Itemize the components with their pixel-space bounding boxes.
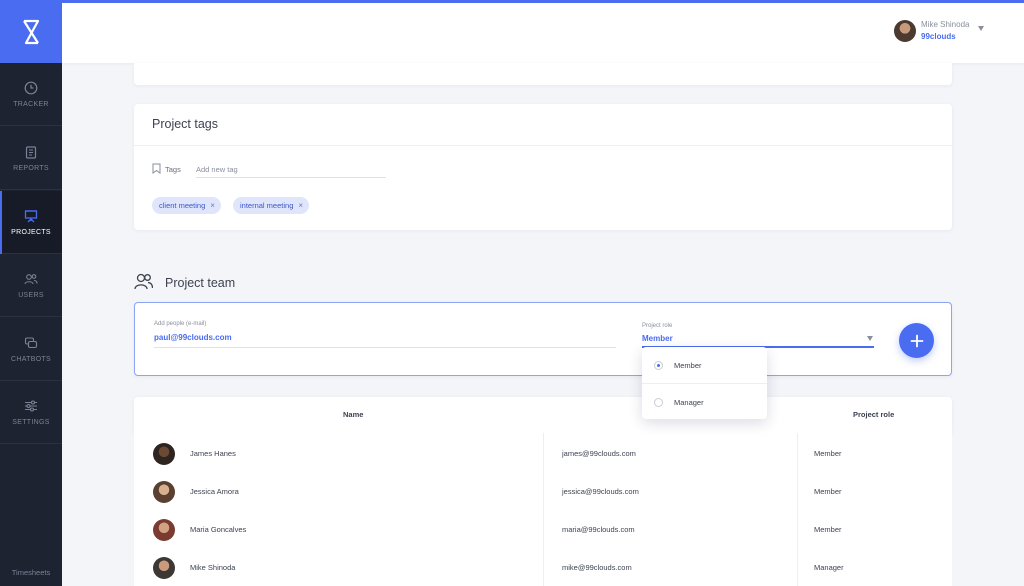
- avatar: [153, 443, 175, 465]
- avatar: [153, 481, 175, 503]
- clipboard-icon: [25, 145, 37, 159]
- member-email: maria@99clouds.com: [562, 525, 635, 534]
- user-avatar[interactable]: [894, 20, 916, 42]
- sidebar-item-users[interactable]: USERS: [0, 254, 62, 317]
- project-team-title: Project team: [165, 276, 236, 290]
- member-email: mike@99clouds.com: [562, 563, 632, 572]
- project-tags-card: Project tags Tags client meeting × inter…: [134, 104, 952, 230]
- add-people-email-input[interactable]: paul@99clouds.com: [154, 333, 232, 342]
- tag-chip-label: internal meeting: [240, 201, 294, 210]
- plus-icon: [910, 334, 923, 347]
- member-name: Mike Shinoda: [190, 563, 236, 572]
- close-icon[interactable]: ×: [298, 201, 303, 210]
- add-tag-input[interactable]: [196, 162, 386, 178]
- table-row[interactable]: Jessica Amora jessica@99clouds.com Membe…: [134, 472, 952, 510]
- table-row[interactable]: James Hanes james@99clouds.com Member: [134, 434, 952, 472]
- sidebar-item-settings[interactable]: SETTINGS: [0, 381, 62, 444]
- role-option-member[interactable]: Member: [642, 347, 767, 383]
- add-people-label: Add people (e-mail): [154, 321, 207, 327]
- project-role-label: Project role: [642, 323, 673, 329]
- hourglass-logo-icon: [23, 19, 40, 44]
- column-header-project-role[interactable]: Project role: [853, 410, 894, 419]
- sidebar-item-label: CHATBOTS: [11, 355, 51, 363]
- close-icon[interactable]: ×: [210, 201, 215, 210]
- add-member-button[interactable]: [899, 323, 934, 358]
- chat-bubbles-icon: [24, 336, 38, 348]
- team-table: James Hanes james@99clouds.com Member Je…: [134, 433, 952, 586]
- tags-label: Tags: [165, 165, 181, 174]
- top-header: Mike Shinoda 99clouds: [62, 3, 1024, 63]
- project-role-dropdown: Member Manager: [642, 347, 767, 419]
- team-icon: [134, 273, 153, 290]
- add-team-member-form: Add people (e-mail) paul@99clouds.com Pr…: [134, 302, 952, 376]
- chevron-down-icon[interactable]: [978, 26, 984, 31]
- user-organization[interactable]: 99clouds: [921, 32, 956, 41]
- bookmark-icon: [152, 163, 161, 174]
- radio-checked-icon[interactable]: [654, 361, 663, 370]
- sidebar-footer-timesheets[interactable]: Timesheets: [0, 568, 62, 577]
- sidebar-item-label: PROJECTS: [11, 228, 51, 236]
- member-email: jessica@99clouds.com: [562, 487, 639, 496]
- tag-chip[interactable]: client meeting ×: [152, 197, 221, 214]
- sidebar-item-label: TRACKER: [13, 100, 49, 108]
- sidebar: TRACKER REPORTS PROJECTS USERS CHATBOTS: [0, 0, 62, 586]
- app-logo[interactable]: [0, 0, 62, 63]
- sidebar-item-label: USERS: [18, 291, 44, 299]
- tag-chip-label: client meeting: [159, 201, 206, 210]
- team-table-header: Name Project role: [134, 397, 952, 433]
- project-tags-title: Project tags: [152, 117, 219, 131]
- tag-chip[interactable]: internal meeting ×: [233, 197, 310, 214]
- sidebar-item-reports[interactable]: REPORTS: [0, 127, 62, 190]
- member-role: Member: [814, 449, 842, 458]
- sidebar-item-label: SETTINGS: [12, 418, 50, 426]
- member-role: Manager: [814, 563, 844, 572]
- member-name: Jessica Amora: [190, 487, 239, 496]
- sliders-icon: [25, 399, 37, 412]
- chevron-down-icon[interactable]: [867, 336, 873, 341]
- sidebar-item-label: REPORTS: [13, 164, 49, 172]
- table-row[interactable]: Mike Shinoda mike@99clouds.com Manager: [134, 548, 952, 586]
- clock-icon: [24, 81, 38, 94]
- member-role: Member: [814, 525, 842, 534]
- presentation-board-icon: [24, 209, 38, 222]
- radio-unchecked-icon[interactable]: [654, 398, 663, 407]
- users-icon: [24, 273, 38, 284]
- avatar: [153, 557, 175, 579]
- sidebar-item-projects[interactable]: PROJECTS: [0, 191, 62, 254]
- column-header-name[interactable]: Name: [343, 410, 363, 419]
- project-role-select[interactable]: Member: [642, 334, 673, 343]
- role-option-label: Manager: [674, 398, 704, 407]
- divider: [134, 145, 952, 146]
- previous-card-bottom: [134, 63, 952, 85]
- member-name: Maria Goncalves: [190, 525, 247, 534]
- member-role: Member: [814, 487, 842, 496]
- member-name: James Hanes: [190, 449, 236, 458]
- top-accent-line: [0, 0, 1024, 3]
- table-row[interactable]: Maria Goncalves maria@99clouds.com Membe…: [134, 510, 952, 548]
- email-input-underline: [154, 347, 616, 348]
- member-email: james@99clouds.com: [562, 449, 636, 458]
- role-option-manager[interactable]: Manager: [642, 383, 767, 419]
- sidebar-item-chatbots[interactable]: CHATBOTS: [0, 318, 62, 381]
- role-option-label: Member: [674, 361, 702, 370]
- user-name[interactable]: Mike Shinoda: [921, 20, 969, 29]
- sidebar-item-tracker[interactable]: TRACKER: [0, 63, 62, 126]
- avatar: [153, 519, 175, 541]
